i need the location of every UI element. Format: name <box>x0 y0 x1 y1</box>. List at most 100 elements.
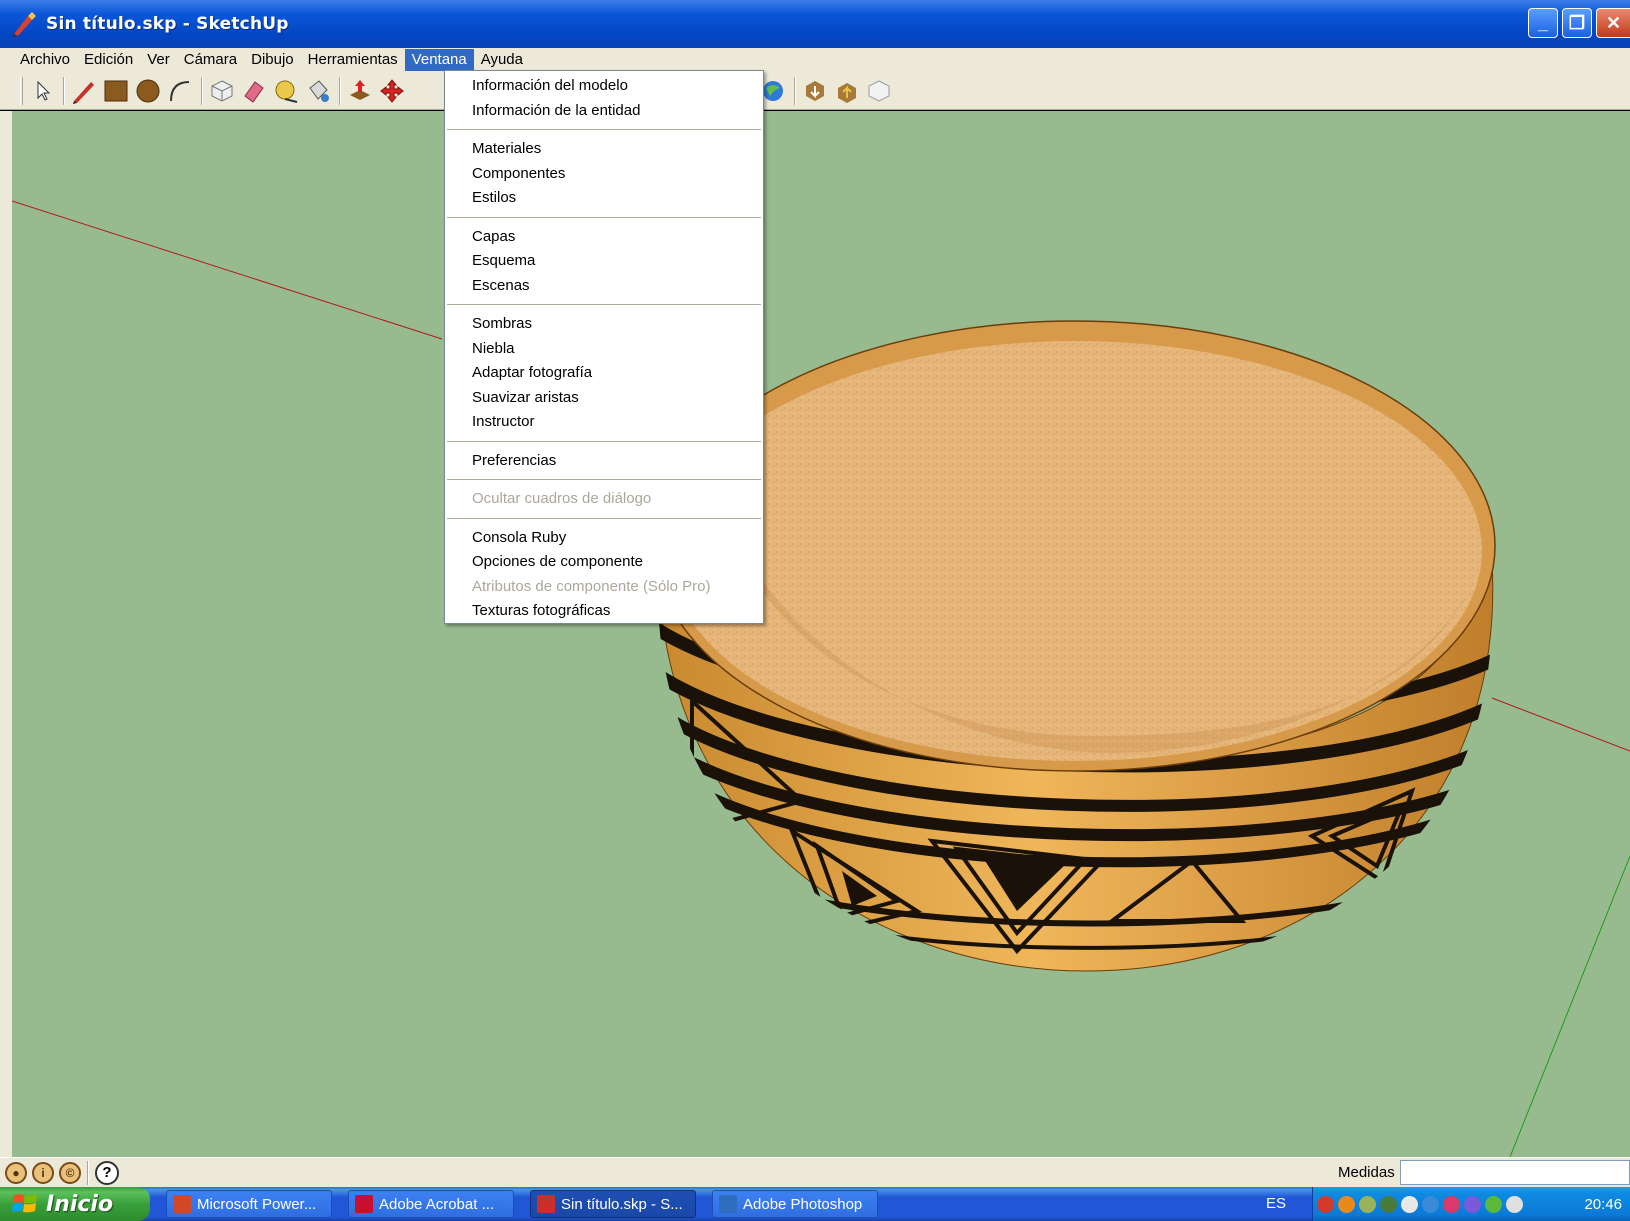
arc-icon <box>170 80 190 101</box>
close-button[interactable]: ✕ <box>1596 8 1630 38</box>
menu-item-materiales[interactable]: Materiales <box>445 137 763 162</box>
pencil-tool-button[interactable] <box>69 76 99 106</box>
taskbar-item-acrobat[interactable]: Adobe Acrobat ... <box>348 1190 514 1218</box>
menu-item-suavizar-aristas[interactable]: Suavizar aristas <box>445 386 763 411</box>
menu-ayuda[interactable]: Ayuda <box>474 49 530 71</box>
taskbar-item-label: Adobe Acrobat ... <box>379 1195 495 1213</box>
red-axis-line-left <box>12 200 443 340</box>
tray-app-icon-8[interactable] <box>1506 1195 1523 1213</box>
tray-app-icon-3[interactable] <box>1359 1195 1376 1213</box>
start-label: Inicio <box>46 1191 114 1217</box>
menu-item-esquema[interactable]: Esquema <box>445 249 763 274</box>
get-models-button[interactable] <box>800 76 830 106</box>
rectangle-icon <box>104 80 128 101</box>
menu-item-sombras[interactable]: Sombras <box>445 312 763 337</box>
windows-logo-icon <box>12 1194 37 1213</box>
eraser-tool-button[interactable] <box>239 76 269 106</box>
menu-ver[interactable]: Ver <box>140 49 177 71</box>
toolbar-separator <box>794 76 796 105</box>
taskbar-clock[interactable]: 20:46 <box>1584 1196 1622 1213</box>
credits-icon[interactable]: i <box>32 1161 54 1184</box>
move-tool-button[interactable] <box>377 76 407 106</box>
circle-icon <box>136 79 160 102</box>
drawing-viewport[interactable] <box>12 111 1630 1157</box>
taskbar-item-label: Sin título.skp - S... <box>561 1195 683 1213</box>
tray-app-icon-7[interactable] <box>1485 1195 1502 1213</box>
share-model-icon <box>838 82 856 103</box>
tape-measure-icon <box>275 80 298 103</box>
network-icon[interactable] <box>1422 1195 1439 1213</box>
paint-bucket-button[interactable] <box>303 76 333 106</box>
start-button[interactable]: Inicio <box>0 1187 150 1221</box>
select-tool-button[interactable] <box>27 76 57 106</box>
menu-item-informacion-modelo[interactable]: Información del modelo <box>445 74 763 99</box>
geo-location-icon[interactable]: ● <box>5 1161 27 1184</box>
volume-icon[interactable] <box>1401 1195 1418 1213</box>
menu-item-atributos-componente: Atributos de componente (Sólo Pro) <box>472 577 711 595</box>
component-icon <box>211 79 233 102</box>
eraser-icon <box>244 80 264 103</box>
menu-ventana[interactable]: Ventana <box>404 49 474 71</box>
push-pull-button[interactable] <box>345 76 375 106</box>
toolbar-separator <box>201 76 203 105</box>
tray-app-icon-2[interactable] <box>1338 1195 1355 1213</box>
menu-dibujo[interactable]: Dibujo <box>244 49 301 71</box>
menu-item-texturas-fotograficas[interactable]: Texturas fotográficas <box>445 599 763 624</box>
language-indicator[interactable]: ES <box>1266 1195 1286 1212</box>
share-component-icon <box>868 79 890 102</box>
tape-measure-button[interactable] <box>271 76 301 106</box>
menu-item-adaptar-fotografia[interactable]: Adaptar fotografía <box>445 361 763 386</box>
menu-item-estilos[interactable]: Estilos <box>445 186 763 211</box>
arc-tool-button[interactable] <box>165 76 195 106</box>
menu-item-opciones-componente[interactable]: Opciones de componente <box>445 550 763 575</box>
maximize-button[interactable]: ❐ <box>1562 8 1592 38</box>
ventana-dropdown-menu: Información del modelo Información de la… <box>444 70 764 624</box>
menu-item-instructor[interactable]: Instructor <box>445 410 763 435</box>
sketchup-app-icon <box>13 12 36 37</box>
menu-item-informacion-entidad[interactable]: Información de la entidad <box>445 99 763 124</box>
menu-archivo[interactable]: Archivo <box>0 49 77 71</box>
menu-item-componentes[interactable]: Componentes <box>445 162 763 187</box>
window-title: Sin título.skp - SketchUp <box>46 14 289 34</box>
tray-app-icon-1[interactable] <box>1317 1195 1334 1213</box>
status-bar: ● i © ? Medidas <box>0 1157 1630 1187</box>
green-axis-line <box>1509 855 1630 1157</box>
share-component-button[interactable] <box>864 76 894 106</box>
help-icon[interactable]: ? <box>95 1160 119 1185</box>
menu-item-preferencias[interactable]: Preferencias <box>445 449 763 474</box>
taskbar-item-powerpoint[interactable]: Microsoft Power... <box>166 1190 332 1218</box>
circle-tool-button[interactable] <box>133 76 163 106</box>
tray-app-icon-4[interactable] <box>1380 1195 1397 1213</box>
windows-taskbar: Inicio Microsoft Power... Adobe Acrobat … <box>0 1187 1630 1221</box>
window-title-bar[interactable]: Sin título.skp - SketchUp _ ❐ ✕ <box>0 0 1630 48</box>
menu-item-capas[interactable]: Capas <box>445 225 763 250</box>
minimize-button[interactable]: _ <box>1528 8 1558 38</box>
toolbar-separator <box>63 76 65 105</box>
measurements-label: Medidas <box>1338 1164 1395 1181</box>
make-component-button[interactable] <box>207 76 237 106</box>
tray-app-icon-6[interactable] <box>1464 1195 1481 1213</box>
copyright-icon[interactable]: © <box>59 1161 81 1184</box>
tray-app-icon-5[interactable] <box>1443 1195 1460 1213</box>
menu-item-escenas[interactable]: Escenas <box>445 274 763 299</box>
toolbar-grip[interactable] <box>20 76 23 105</box>
menu-bar: Archivo Edición Ver Cámara Dibujo Herram… <box>0 48 1630 72</box>
move-icon <box>380 78 404 103</box>
arrow-cursor-icon <box>37 80 51 101</box>
menu-herramientas[interactable]: Herramientas <box>301 49 405 71</box>
menu-camara[interactable]: Cámara <box>177 49 244 71</box>
measurements-input[interactable] <box>1400 1160 1630 1185</box>
get-models-icon <box>806 80 824 101</box>
taskbar-item-photoshop[interactable]: Adobe Photoshop <box>712 1190 878 1218</box>
acrobat-icon <box>355 1195 373 1213</box>
menu-edicion[interactable]: Edición <box>77 49 140 71</box>
rectangle-tool-button[interactable] <box>101 76 131 106</box>
menu-separator <box>447 440 761 442</box>
share-model-button[interactable] <box>832 76 862 106</box>
taskbar-item-label: Microsoft Power... <box>197 1195 317 1213</box>
menu-separator <box>447 216 761 218</box>
main-toolbar <box>0 72 1630 110</box>
taskbar-item-sketchup[interactable]: Sin título.skp - S... <box>530 1190 696 1218</box>
menu-item-niebla[interactable]: Niebla <box>445 337 763 362</box>
menu-item-consola-ruby[interactable]: Consola Ruby <box>445 526 763 551</box>
